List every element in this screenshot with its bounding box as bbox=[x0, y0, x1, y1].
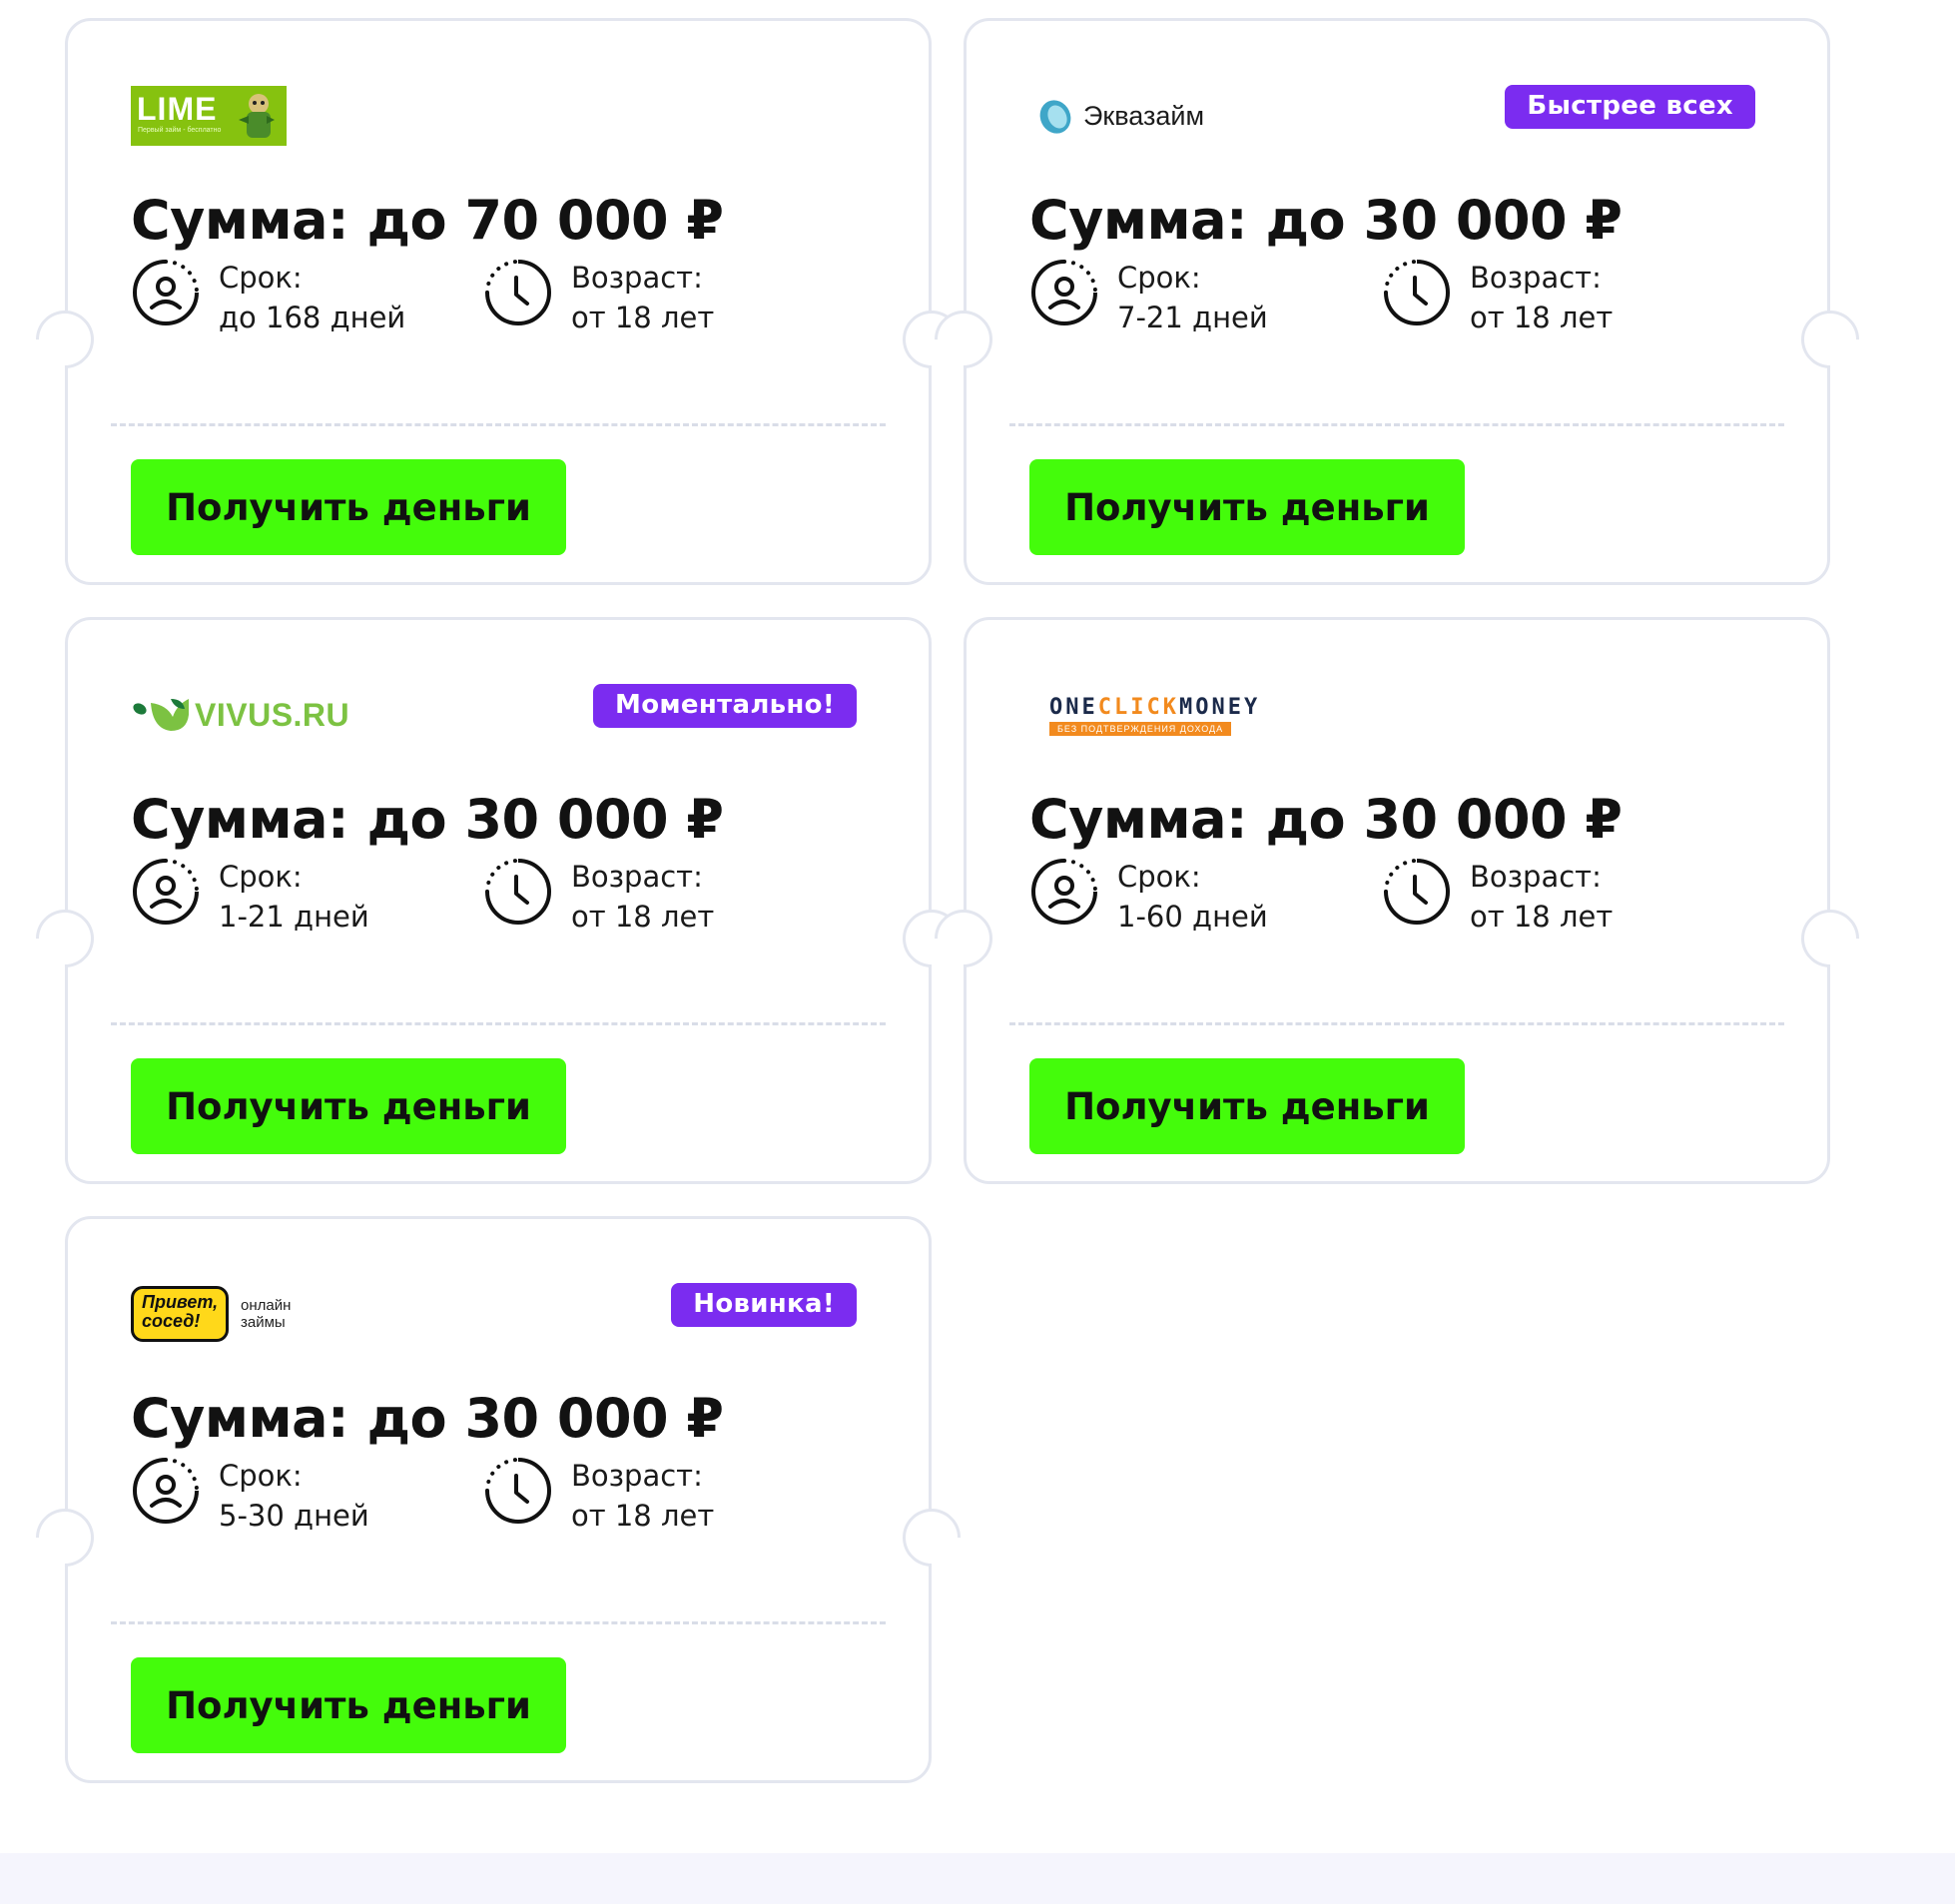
get-money-button[interactable]: Получить деньги bbox=[1029, 459, 1465, 555]
clock-icon bbox=[483, 258, 553, 327]
term-info: Срок: 7-21 дней bbox=[1029, 258, 1268, 337]
speech-bubble-icon: Привет, сосед! bbox=[131, 1286, 229, 1342]
dashed-divider bbox=[1009, 423, 1784, 426]
person-timer-icon bbox=[1029, 857, 1099, 927]
get-money-button[interactable]: Получить деньги bbox=[131, 1058, 566, 1154]
loan-card: Привет, сосед! онлайн займы Новинка! Сум… bbox=[23, 1216, 974, 1783]
clock-icon bbox=[1382, 857, 1452, 927]
dashed-divider bbox=[111, 1621, 886, 1624]
clock-icon bbox=[483, 1456, 553, 1526]
loan-card: Эквазайм Быстрее всех Сумма: до 30 000 ₽… bbox=[922, 18, 1872, 585]
person-timer-icon bbox=[131, 857, 201, 927]
footer-background bbox=[0, 1853, 1955, 1904]
person-timer-icon bbox=[1029, 258, 1099, 327]
age-info: Возраст: от 18 лет bbox=[483, 1456, 714, 1536]
status-badge: Быстрее всех bbox=[1505, 85, 1755, 129]
age-info: Возраст: от 18 лет bbox=[1382, 857, 1613, 937]
loan-amount: Сумма: до 30 000 ₽ bbox=[1029, 189, 1623, 252]
age-info: Возраст: от 18 лет bbox=[483, 258, 714, 337]
age-info: Возраст: от 18 лет bbox=[1382, 258, 1613, 337]
loan-card: ONECLICKMONEY БЕЗ ПОДТВЕРЖДЕНИЯ ДОХОДА С… bbox=[922, 617, 1872, 1184]
clock-icon bbox=[1382, 258, 1452, 327]
lime-mascot-icon bbox=[239, 94, 275, 138]
term-info: Срок: 1-60 дней bbox=[1029, 857, 1268, 937]
privet-sosed-logo[interactable]: Привет, сосед! онлайн займы bbox=[131, 1283, 291, 1345]
ekvazaim-drop-icon bbox=[1039, 100, 1071, 134]
person-timer-icon bbox=[131, 258, 201, 327]
ekvazaim-logo[interactable]: Эквазайм bbox=[1029, 85, 1204, 147]
term-info: Срок: 1-21 дней bbox=[131, 857, 369, 937]
lime-logo[interactable]: LIME Первый займ - бесплатно bbox=[131, 85, 287, 147]
status-badge: Новинка! bbox=[671, 1283, 857, 1327]
vivus-logo[interactable]: VIVUS.RU bbox=[131, 684, 349, 746]
loan-amount: Сумма: до 30 000 ₽ bbox=[1029, 788, 1623, 851]
loan-amount: Сумма: до 30 000 ₽ bbox=[131, 788, 724, 851]
person-timer-icon bbox=[131, 1456, 201, 1526]
oneclickmoney-logo[interactable]: ONECLICKMONEY БЕЗ ПОДТВЕРЖДЕНИЯ ДОХОДА bbox=[1029, 684, 1260, 746]
term-info: Срок: до 168 дней bbox=[131, 258, 405, 337]
get-money-button[interactable]: Получить деньги bbox=[131, 459, 566, 555]
get-money-button[interactable]: Получить деньги bbox=[1029, 1058, 1465, 1154]
dashed-divider bbox=[1009, 1022, 1784, 1025]
dashed-divider bbox=[111, 1022, 886, 1025]
dashed-divider bbox=[111, 423, 886, 426]
age-info: Возраст: от 18 лет bbox=[483, 857, 714, 937]
loan-amount: Сумма: до 70 000 ₽ bbox=[131, 189, 724, 252]
get-money-button[interactable]: Получить деньги bbox=[131, 1657, 566, 1753]
loan-card: LIME Первый займ - бесплатно Сумма: до 7… bbox=[23, 18, 974, 585]
term-info: Срок: 5-30 дней bbox=[131, 1456, 369, 1536]
loan-card: VIVUS.RU Моментально! Сумма: до 30 000 ₽… bbox=[23, 617, 974, 1184]
status-badge: Моментально! bbox=[593, 684, 857, 728]
loan-amount: Сумма: до 30 000 ₽ bbox=[131, 1387, 724, 1450]
clock-icon bbox=[483, 857, 553, 927]
vivus-leaf-icon bbox=[133, 699, 189, 731]
